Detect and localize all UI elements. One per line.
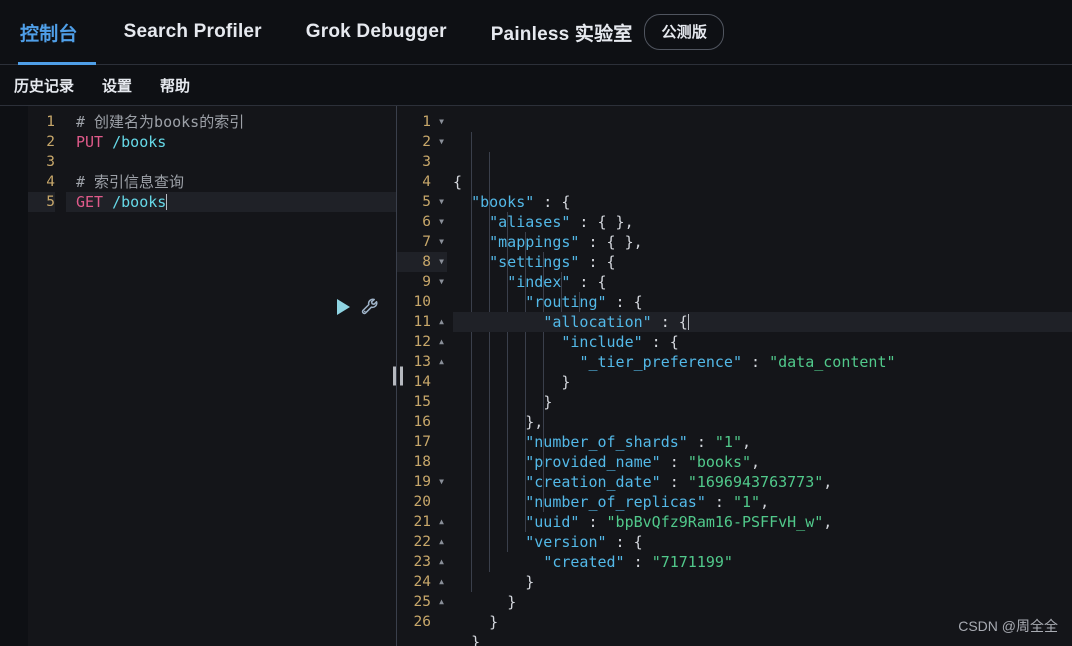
resizer-bar-left [393,366,396,386]
output-line[interactable]: "settings" : { [453,252,1072,272]
request-editor[interactable]: 1 2 3 4 5 # 创建名为books的索引 PUT /books # 索引信息查询 G… [28,106,396,646]
output-line[interactable]: "books" : { [453,192,1072,212]
output-line[interactable]: "_tier_preference" : "data_content" [453,352,1072,372]
fold-up-icon[interactable]: ▲ [439,352,444,372]
fold-up-icon[interactable]: ▲ [439,312,444,332]
editor-line[interactable]: GET /books [76,192,396,212]
fold-down-icon[interactable]: ▼ [439,132,444,152]
pane-resizer[interactable] [390,106,408,646]
editor-code-area[interactable]: # 创建名为books的索引 PUT /books # 索引信息查询 GET /bo… [66,106,396,646]
output-line[interactable]: "version" : { [453,532,1072,552]
wrench-icon[interactable] [360,296,382,318]
tab-painless-lab[interactable]: Painless 实验室 公测版 [469,0,746,65]
editor-line[interactable]: PUT /books [76,132,396,152]
watermark: CSDN @周全全 [958,618,1058,634]
editor-line-number: 2 [46,134,55,150]
console-sub-navigation: 历史记录 设置 帮助 [0,65,1072,106]
editor-line[interactable]: # 创建名为books的索引 [76,112,396,132]
output-line[interactable]: "aliases" : { }, [453,212,1072,232]
output-line[interactable]: }, [453,412,1072,432]
editor-line[interactable]: # 索引信息查询 [76,172,396,192]
subnav-item-help[interactable]: 帮助 [160,75,190,96]
fold-down-icon[interactable]: ▼ [439,112,444,132]
output-code-area[interactable]: { "books" : { "aliases" : { }, "mappings… [453,106,1072,646]
output-line[interactable]: } [453,392,1072,412]
tab-grok-debugger-label: Grok Debugger [305,21,447,42]
fold-down-icon[interactable]: ▼ [439,472,444,492]
editor-line[interactable] [76,152,396,172]
tab-search-profiler[interactable]: Search Profiler [102,0,284,65]
fold-up-icon[interactable]: ▲ [439,592,444,612]
output-line[interactable]: "include" : { [453,332,1072,352]
output-line[interactable]: "number_of_replicas" : "1", [453,492,1072,512]
output-line[interactable]: } [453,592,1072,612]
output-line[interactable]: "routing" : { [453,292,1072,312]
output-line[interactable]: } [453,572,1072,592]
output-line[interactable]: "mappings" : { }, [453,232,1072,252]
top-navigation: 控制台 Search Profiler Grok Debugger Painle… [0,0,1072,65]
editor-left-strip [0,106,28,646]
output-line[interactable]: "uuid" : "bpBvQfz9Ram16-PSFFvH_w", [453,512,1072,532]
editor-run-controls [337,296,382,318]
tab-console-label: 控制台 [20,23,78,45]
output-line[interactable]: "creation_date" : "1696943763773", [453,472,1072,492]
fold-up-icon[interactable]: ▲ [439,572,444,592]
output-line[interactable]: "allocation" : { [453,312,1072,332]
output-line[interactable]: } [453,372,1072,392]
fold-up-icon[interactable]: ▲ [439,552,444,572]
fold-up-icon[interactable]: ▲ [439,512,444,532]
subnav-item-history[interactable]: 历史记录 [14,75,74,96]
editor-line-number: 1 [46,114,55,130]
output-line[interactable]: "provided_name" : "books", [453,452,1072,472]
response-viewer-pane[interactable]: 1 ▼ 2 ▼ 3 4 5 ▼ 6 ▼ 7 ▼ 8 ▼ 9 ▼ 10 11 ▲ 12 ▲ 13 ▲ 14 15 16 17 18 19 ▼… [396,106,1072,646]
subnav-item-settings[interactable]: 设置 [102,75,132,96]
output-line[interactable]: { [453,172,1072,192]
fold-down-icon[interactable]: ▼ [439,232,444,252]
pane-resizer-grip [393,366,404,386]
editor-line-number: 4 [46,174,55,190]
tab-grok-debugger[interactable]: Grok Debugger [284,0,469,65]
fold-down-icon[interactable]: ▼ [439,192,444,212]
fold-up-icon[interactable]: ▲ [439,532,444,552]
dev-tools-console: 控制台 Search Profiler Grok Debugger Painle… [0,0,1072,646]
editor-line-numbers: 1 2 3 4 5 [28,106,66,646]
console-body: 1 2 3 4 5 # 创建名为books的索引 PUT /books # 索引信息查询 G… [0,106,1072,646]
editor-line-number: 5 [28,192,55,212]
output-line[interactable]: "index" : { [453,272,1072,292]
output-line[interactable]: "created" : "7171199" [453,552,1072,572]
editor-line-number: 3 [46,154,55,170]
fold-up-icon[interactable]: ▲ [439,332,444,352]
request-editor-pane[interactable]: 1 2 3 4 5 # 创建名为books的索引 PUT /books # 索引信息查询 G… [0,106,396,646]
output-line[interactable]: "number_of_shards" : "1", [453,432,1072,452]
tab-search-profiler-label: Search Profiler [123,21,262,42]
tab-console[interactable]: 控制台 [14,0,102,65]
tab-painless-lab-label: Painless 实验室 [490,23,633,45]
fold-down-icon[interactable]: ▼ [439,252,444,272]
fold-down-icon[interactable]: ▼ [439,212,444,232]
beta-badge[interactable]: 公测版 [644,14,725,50]
play-icon[interactable] [337,299,350,315]
resizer-bar-right [400,366,403,386]
fold-down-icon[interactable]: ▼ [439,272,444,292]
